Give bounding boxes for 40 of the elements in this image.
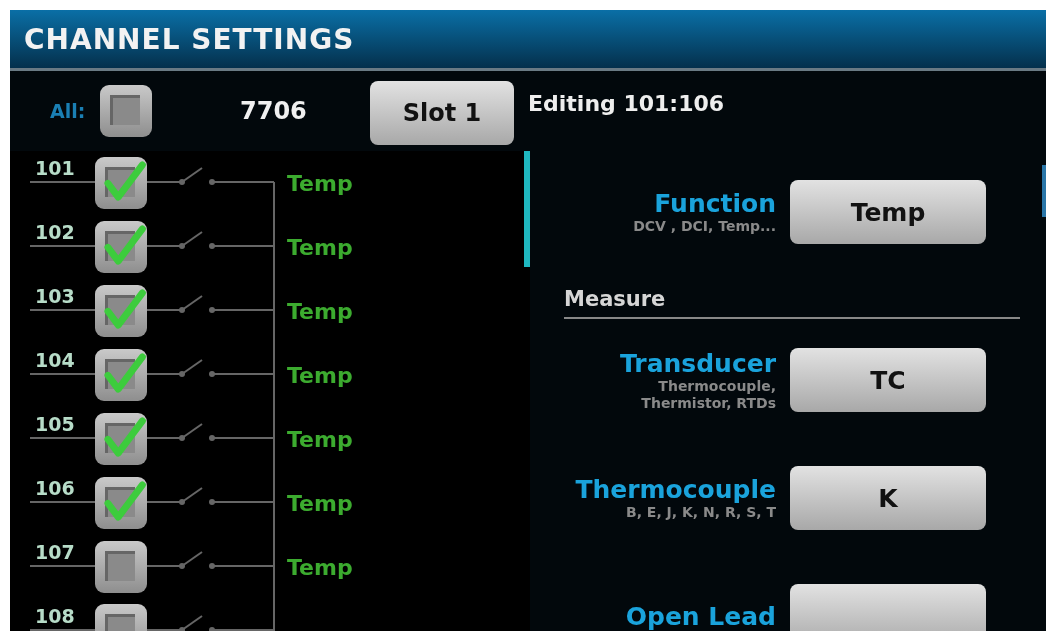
channel-function: Temp [287, 362, 353, 388]
channel-checkbox[interactable] [95, 221, 147, 273]
section-heading: Measure [564, 287, 666, 311]
channel-checkbox[interactable] [95, 541, 147, 593]
channel-checkbox[interactable] [95, 285, 147, 337]
channel-function: Temp [287, 170, 353, 196]
channel-number: 105 [35, 412, 75, 437]
editing-label: Editing 101:106 [528, 91, 725, 116]
channel-checkbox[interactable] [95, 157, 147, 209]
channel-function: Temp [287, 490, 353, 516]
channel-function: Temp [287, 554, 353, 580]
channel-function: Temp [287, 426, 353, 452]
channel-number: 106 [35, 476, 75, 501]
setting-value-button[interactable]: Temp [790, 180, 986, 244]
channel-number: 107 [35, 540, 75, 565]
all-label: All: [50, 100, 87, 122]
channel-number: 101 [35, 156, 75, 181]
channel-number: 103 [35, 284, 75, 309]
setting-label: Open Lead [625, 601, 776, 631]
window-title: CHANNEL SETTINGS [24, 22, 355, 56]
setting-value-button[interactable]: TC [790, 348, 986, 412]
channel-checkbox[interactable] [95, 477, 147, 529]
setting-hint: DCV , DCI, Temp... [633, 218, 776, 235]
setting-label: Transducer [620, 348, 776, 378]
channel-number: 108 [35, 604, 75, 629]
card-model: 7706 [240, 97, 308, 125]
setting-label: Function [654, 189, 776, 218]
channel-function: Temp [287, 298, 353, 324]
slot-button[interactable]: Slot 1 [370, 81, 514, 145]
setting-hint: B, E, J, K, N, R, S, T [625, 504, 776, 521]
channel-number: 102 [35, 220, 75, 245]
setting-hint: Thermocouple, Thermistor, RTDs [641, 377, 776, 412]
channel-function: Temp [287, 234, 353, 260]
channel-checkbox[interactable] [95, 349, 147, 401]
scroll-indicator [1042, 165, 1046, 217]
setting-value-button[interactable]: K [790, 466, 986, 530]
all-checkbox[interactable] [100, 85, 152, 137]
setting-label: Thermocouple [575, 475, 776, 504]
channel-checkbox[interactable] [95, 413, 147, 465]
channel-number: 104 [35, 348, 75, 373]
